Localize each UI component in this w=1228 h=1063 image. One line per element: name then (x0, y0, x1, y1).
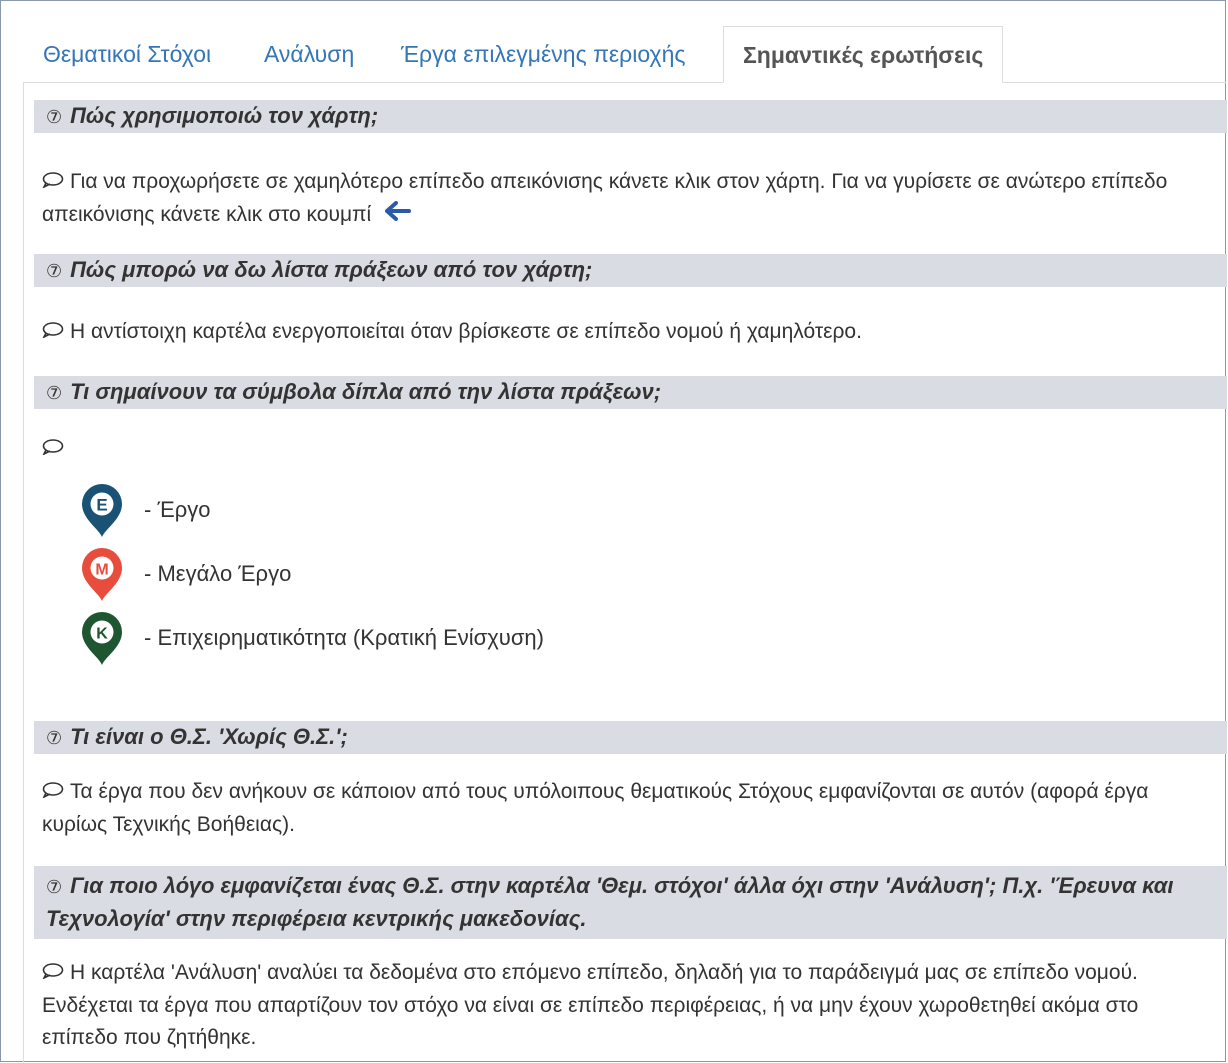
svg-text:K: K (96, 626, 108, 643)
tab-important-questions[interactable]: Σημαντικές ερωτήσεις (723, 26, 1004, 83)
faq-answer-5: Η καρτέλα 'Ανάλυση' αναλύει τα δεδομένα … (42, 957, 1212, 1054)
faq-question-2[interactable]: ⑦ Πώς μπορώ να δω λίστα πράξεων από τον χ… (34, 254, 1227, 287)
speech-bubble-icon (42, 434, 64, 466)
speech-bubble-icon (42, 777, 64, 809)
faq-panel: ⑦ Πώς χρησιμοποιώ τον χάρτη; Για να προχω… (23, 83, 1227, 1063)
legend-label-project: - Έργο (144, 497, 211, 522)
legend-label-major-project: - Μεγάλο Έργο (144, 561, 292, 586)
faq-answer-1: Για να προχωρήσετε σε χαμηλότερο επίπεδο… (42, 166, 1212, 231)
legend-label-state-aid: - Επιχειρηματικότητα (Κρατική Ενίσχυση) (144, 625, 544, 650)
faq-answer-4: Τα έργα που δεν ανήκουν σε κάποιον από τ… (42, 776, 1212, 841)
faq-answer-1-text: Για να προχωρήσετε σε χαμηλότερο επίπεδο… (42, 170, 1168, 226)
state-aid-marker-icon: K (82, 612, 122, 665)
question-circle-icon: ⑦ (46, 877, 63, 897)
faq-question-1[interactable]: ⑦ Πώς χρησιμοποιώ τον χάρτη; (34, 100, 1227, 133)
question-circle-icon: ⑦ (46, 383, 63, 403)
tab-analysis[interactable]: Ανάλυση (264, 26, 354, 82)
question-circle-icon: ⑦ (46, 261, 63, 281)
faq-question-2-text: Πώς μπορώ να δω λίστα πράξεων από τον χά… (70, 257, 593, 282)
faq-answer-4-text: Τα έργα που δεν ανήκουν σε κάποιον από τ… (42, 780, 1149, 836)
project-marker-icon: E (82, 484, 122, 537)
faq-answer-3 (42, 433, 1212, 466)
faq-answer-5-text: Η καρτέλα 'Ανάλυση' αναλύει τα δεδομένα … (42, 961, 1139, 1049)
major-project-marker-icon: M (82, 548, 122, 601)
tab-thematic-goals[interactable]: Θεματικοί Στόχοι (43, 26, 211, 82)
faq-question-3-text: Τι σημαίνουν τα σύμβολα δίπλα από την λί… (70, 379, 662, 404)
svg-text:M: M (95, 562, 108, 579)
question-circle-icon: ⑦ (46, 107, 63, 127)
speech-bubble-icon (42, 317, 64, 349)
faq-answer-2-text: Η αντίστοιχη καρτέλα ενεργοποιείται όταν… (70, 320, 862, 343)
faq-question-1-text: Πώς χρησιμοποιώ τον χάρτη; (70, 103, 379, 128)
faq-question-3[interactable]: ⑦ Τι σημαίνουν τα σύμβολα δίπλα από την λ… (34, 376, 1227, 409)
back-arrow-icon[interactable] (383, 199, 412, 231)
tab-bar: Θεματικοί Στόχοι Ανάλυση Έργα επιλεγμένη… (23, 26, 1226, 83)
speech-bubble-icon (42, 958, 64, 990)
faq-question-4-text: Τι είναι ο Θ.Σ. 'Χωρίς Θ.Σ.'; (70, 724, 348, 749)
question-circle-icon: ⑦ (46, 728, 63, 748)
faq-question-4[interactable]: ⑦ Τι είναι ο Θ.Σ. 'Χωρίς Θ.Σ.'; (34, 721, 1227, 754)
tab-area-projects[interactable]: Έργα επιλεγμένης περιοχής (401, 26, 686, 82)
faq-answer-2: Η αντίστοιχη καρτέλα ενεργοποιείται όταν… (42, 316, 1212, 349)
svg-text:E: E (96, 496, 107, 515)
faq-question-5-text: Για ποιο λόγο εμφανίζεται ένας Θ.Σ. στην… (46, 873, 1174, 931)
speech-bubble-icon (42, 167, 64, 199)
faq-question-5[interactable]: ⑦ Για ποιο λόγο εμφανίζεται ένας Θ.Σ. στη… (34, 866, 1227, 939)
